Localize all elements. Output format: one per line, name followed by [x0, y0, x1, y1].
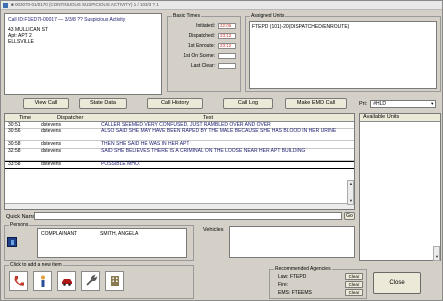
- clear-ems-button[interactable]: Clear: [345, 289, 363, 296]
- address-book-icon[interactable]: [7, 237, 17, 247]
- lastclear-value: [218, 63, 236, 69]
- vertical-scrollbar[interactable]: ▲ ▼: [347, 180, 354, 205]
- vehicle-icon[interactable]: [57, 271, 76, 291]
- persons-list[interactable]: COMPLAINANT SMITH, ANGELA: [37, 228, 187, 258]
- call-info-panel: Call ID:F1ED7I-00017 — 3/3/8 ?? Suspicio…: [4, 13, 162, 95]
- add-new-item-group: Click to add a new item: [4, 262, 194, 299]
- wrench-icon[interactable]: [81, 271, 100, 291]
- scroll-down-icon[interactable]: ▼: [435, 255, 439, 259]
- enroute-value: 23:12: [218, 43, 236, 49]
- dispatched-value: 23:12: [218, 33, 236, 39]
- person-role[interactable]: COMPLAINANT: [41, 231, 77, 237]
- col-time[interactable]: Time: [19, 115, 31, 121]
- close-button[interactable]: Close: [373, 272, 421, 294]
- assigned-unit-item[interactable]: FTEPD (101)-20(DISPATCHED/ENROUTE): [252, 24, 349, 30]
- title-bar: ■ 003070-01/0170 (CONTINUOUS SUSPICIOUS …: [1, 1, 442, 10]
- chevron-down-icon: ▼: [430, 101, 435, 106]
- table-row[interactable]: 30:56 dstevens ALSO SAID SHE MAY HAVE BE…: [5, 128, 354, 141]
- window-title: ■ 003070-01/0170 (CONTINUOUS SUSPICIOUS …: [11, 2, 159, 7]
- bt-dispatched: Dispatched: 23:12: [189, 32, 236, 40]
- initiated-value: 22:06: [218, 23, 236, 29]
- basic-times-group: Basic Times Initiated: 22:06 Dispatched:…: [167, 13, 241, 92]
- call-city: ELLSVILLE: [8, 39, 34, 45]
- person-icon[interactable]: [33, 271, 52, 291]
- available-units-panel[interactable]: Available Units ▼: [359, 113, 441, 261]
- clear-fire-button[interactable]: Clear: [345, 281, 363, 288]
- add-new-icons: [9, 271, 124, 291]
- agency-ems: EMS: FTEEMS: [278, 290, 312, 296]
- state-data-button[interactable]: State Data: [79, 98, 127, 109]
- bt-initiated: Initiated: 22:06: [196, 22, 236, 30]
- add-new-label: Click to add a new item: [9, 262, 63, 268]
- building-icon[interactable]: [105, 271, 124, 291]
- assigned-units-group: Assigned Units FTEPD (101)-20(DISPATCHED…: [245, 13, 441, 92]
- vehicles-label: Vehicles: [203, 227, 224, 233]
- assigned-units-label: Assigned Units: [250, 13, 286, 19]
- vehicles-list[interactable]: [229, 226, 355, 258]
- call-log-button[interactable]: Call Log: [223, 98, 273, 109]
- available-units-header: Available Units: [360, 114, 440, 122]
- recommended-agencies-group: Recommended Agencies Law: FTEPD Clear Fi…: [269, 266, 367, 299]
- agency-law: Law: FTEPD: [278, 274, 307, 280]
- assigned-units-list[interactable]: FTEPD (101)-20(DISPATCHED/ENROUTE): [249, 21, 437, 89]
- grid-header: Time Dispatcher Text: [5, 114, 354, 122]
- recommended-agencies-label: Recommended Agencies: [274, 266, 332, 272]
- bt-lastclear: Last Clear:: [191, 62, 236, 70]
- quick-narrative-input[interactable]: [34, 212, 342, 220]
- call-history-button[interactable]: Call History: [147, 98, 203, 109]
- onscene-value: [218, 53, 236, 59]
- agency-fire: Fire:: [278, 282, 288, 288]
- scroll-up-icon[interactable]: ▲: [349, 182, 353, 186]
- view-call-button[interactable]: View Call: [23, 98, 69, 109]
- bt-onscene: 1st On Scene:: [183, 52, 236, 60]
- go-button[interactable]: Go: [344, 212, 355, 220]
- table-row[interactable]: 32:58 dstevens SAID SHE BELIEVES THERE I…: [5, 148, 354, 161]
- col-text[interactable]: Text: [203, 115, 213, 121]
- clear-law-button[interactable]: Clear: [345, 273, 363, 280]
- available-units-scrollbar[interactable]: ▼: [433, 246, 440, 261]
- make-emd-call-button[interactable]: Make EMD Call: [285, 98, 347, 109]
- basic-times-label: Basic Times: [172, 13, 201, 19]
- phone-icon[interactable]: [9, 271, 28, 291]
- priority-label: Pri:: [359, 101, 368, 107]
- bt-enroute: 1st Enroute: 23:12: [188, 42, 236, 50]
- priority-control: Pri: #HLD ▼: [359, 100, 437, 108]
- app-icon: [3, 3, 8, 8]
- person-name[interactable]: SMITH, ANGELA: [100, 231, 138, 237]
- scroll-down-icon[interactable]: ▼: [349, 199, 353, 203]
- persons-label: Persons: [9, 222, 30, 228]
- call-id-line: Call ID:F1ED7I-00017 — 3/3/8 ?? Suspicio…: [8, 17, 126, 23]
- horizontal-scrollbar[interactable]: [5, 203, 354, 209]
- call-log-grid[interactable]: Time Dispatcher Text 30:51 dstevens CALL…: [4, 113, 355, 210]
- table-row[interactable]: 33:58 dstevens POSSIBLE MHO.: [5, 161, 354, 169]
- col-dispatcher[interactable]: Dispatcher: [57, 115, 83, 121]
- call-window: ■ 003070-01/0170 (CONTINUOUS SUSPICIOUS …: [0, 0, 443, 301]
- priority-select[interactable]: #HLD ▼: [370, 100, 437, 108]
